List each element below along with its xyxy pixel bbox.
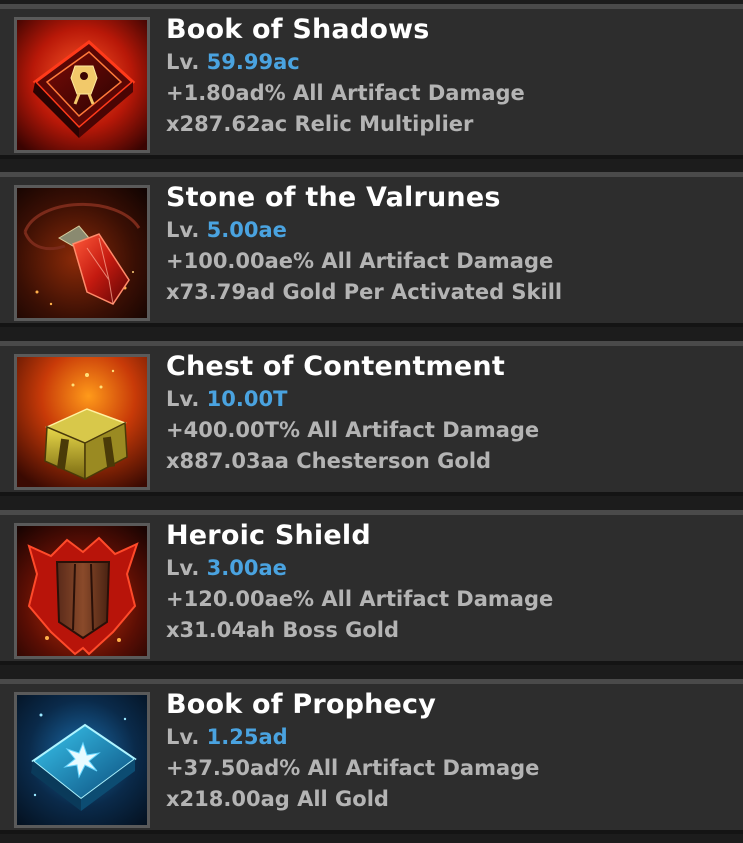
artifact-effect: +400.00T% All Artifact Damage: [166, 418, 540, 442]
artifact-card[interactable]: Chest of Contentment Lv. 10.00T +400.00T…: [0, 341, 743, 496]
level-prefix: Lv.: [166, 387, 200, 411]
artifact-level: Lv. 3.00ae: [166, 553, 735, 584]
artifact-bonus: x218.00ag All Gold: [166, 787, 389, 811]
artifact-name: Heroic Shield: [166, 520, 371, 551]
heroic-shield-icon: [14, 523, 150, 659]
level-prefix: Lv.: [166, 218, 200, 242]
artifact-level: Lv. 59.99ac: [166, 47, 735, 78]
artifact-level: Lv. 10.00T: [166, 384, 735, 415]
artifact-effect: +120.00ae% All Artifact Damage: [166, 587, 554, 611]
level-value: 59.99ac: [206, 50, 300, 74]
chest-of-contentment-icon: [14, 354, 150, 490]
artifact-bonus: x287.62ac Relic Multiplier: [166, 112, 474, 136]
artifact-effect: +37.50ad% All Artifact Damage: [166, 756, 540, 780]
book-of-prophecy-icon: [14, 692, 150, 828]
artifact-bonus: x73.79ad Gold Per Activated Skill: [166, 280, 563, 304]
artifact-card[interactable]: Book of Prophecy Lv. 1.25ad +37.50ad% Al…: [0, 679, 743, 834]
artifact-card[interactable]: Book of Shadows Lv. 59.99ac +1.80ad% All…: [0, 4, 743, 159]
level-value: 1.25ad: [206, 725, 288, 749]
artifact-name: Chest of Contentment: [166, 351, 505, 382]
artifact-list: Book of Shadows Lv. 59.99ac +1.80ad% All…: [0, 0, 743, 843]
artifact-level: Lv. 1.25ad: [166, 722, 735, 753]
artifact-name: Book of Prophecy: [166, 689, 437, 720]
book-of-shadows-icon: [14, 17, 150, 153]
level-value: 3.00ae: [206, 556, 287, 580]
artifact-level: Lv. 5.00ae: [166, 215, 735, 246]
level-value: 5.00ae: [206, 218, 287, 242]
artifact-effect: +1.80ad% All Artifact Damage: [166, 81, 525, 105]
artifact-bonus: x31.04ah Boss Gold: [166, 618, 400, 642]
artifact-card[interactable]: Heroic Shield Lv. 3.00ae +120.00ae% All …: [0, 510, 743, 665]
level-prefix: Lv.: [166, 556, 200, 580]
level-value: 10.00T: [206, 387, 288, 411]
artifact-bonus: x887.03aa Chesterson Gold: [166, 449, 492, 473]
level-prefix: Lv.: [166, 725, 200, 749]
stone-of-the-valrunes-icon: [14, 185, 150, 321]
artifact-name: Stone of the Valrunes: [166, 182, 501, 213]
artifact-effect: +100.00ae% All Artifact Damage: [166, 249, 554, 273]
artifact-card[interactable]: Stone of the Valrunes Lv. 5.00ae +100.00…: [0, 172, 743, 327]
artifact-name: Book of Shadows: [166, 14, 430, 45]
level-prefix: Lv.: [166, 50, 200, 74]
